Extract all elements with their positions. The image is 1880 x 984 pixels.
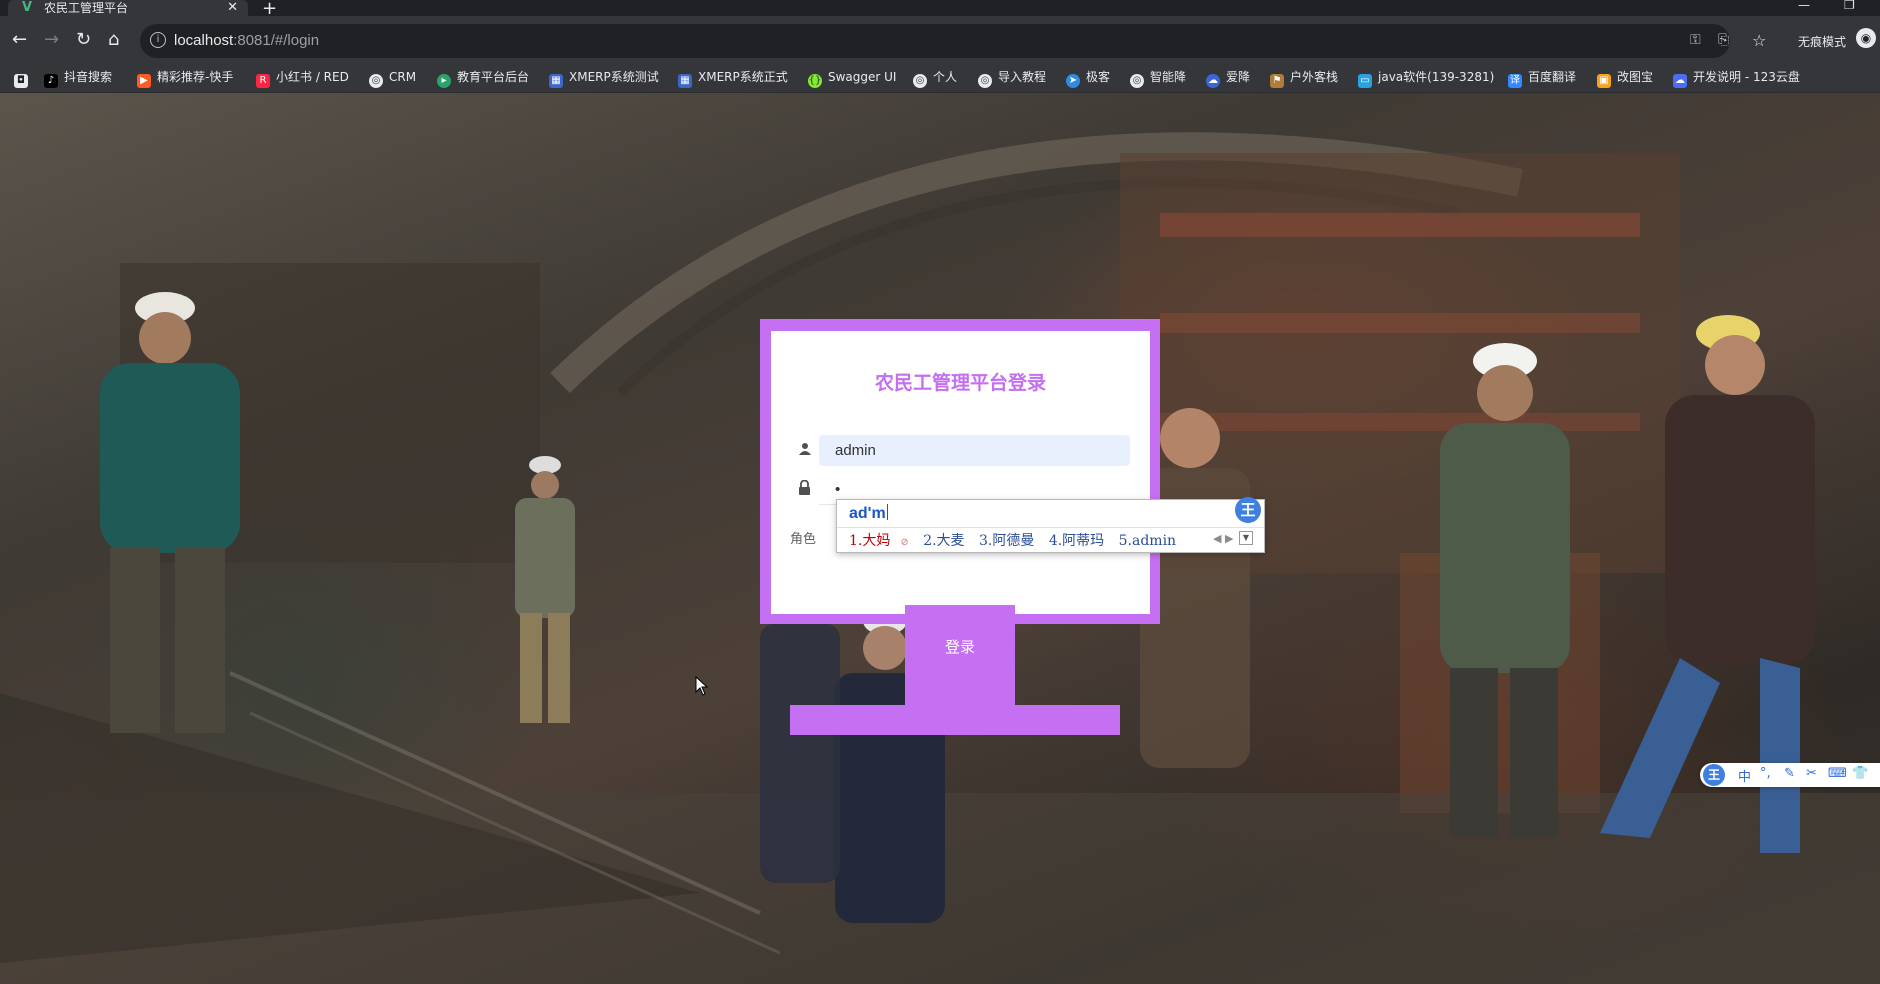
minimize-icon[interactable]: — xyxy=(1798,0,1810,12)
bookmark-item[interactable]: ▭ java软件(139-3281) xyxy=(1358,62,1494,92)
tab-title: 农民工管理平台 xyxy=(44,1,129,15)
ime-expand-icon[interactable]: ▼ xyxy=(1239,531,1253,545)
bookmark-item[interactable]: ▶ 精彩推荐-快手 xyxy=(137,62,233,92)
cloud-icon: ☁ xyxy=(1206,74,1220,88)
ime-toolbar: 王 中 °, ✎ ✂ ⌨ 👕 xyxy=(1700,763,1880,787)
bookmark-item[interactable]: ➤ 极客 xyxy=(1066,62,1110,92)
image-icon: ▣ xyxy=(1597,74,1611,88)
ime-keyboard-icon[interactable]: ⌨ xyxy=(1828,766,1847,781)
ime-chinese-mode-icon[interactable]: 中 xyxy=(1738,766,1751,785)
bookmark-item[interactable]: ▣ 改图宝 xyxy=(1597,62,1653,92)
globe-icon: ◎ xyxy=(913,74,927,88)
bookmark-item[interactable]: ◎ 个人 xyxy=(913,62,957,92)
login-button-base xyxy=(790,705,1120,735)
reload-icon[interactable]: ↻ xyxy=(76,30,91,50)
ime-candidate[interactable]: 1.大妈 xyxy=(849,533,890,549)
ime-screenshot-icon[interactable]: ✂ xyxy=(1806,766,1817,781)
back-icon[interactable]: ← xyxy=(12,30,27,50)
globe-icon: ◎ xyxy=(369,74,383,88)
bookmark-item[interactable]: 译百度翻译 xyxy=(1508,62,1576,92)
login-button[interactable]: 登录 xyxy=(905,605,1015,705)
globe-icon: ◎ xyxy=(978,74,992,88)
bookmark-item[interactable]: ☁ 爱降 xyxy=(1206,62,1250,92)
translate-icon: 译 xyxy=(1508,74,1522,88)
role-label: 角色 xyxy=(790,532,817,547)
forward-icon[interactable]: → xyxy=(44,30,59,50)
ime-composition: ad'm xyxy=(849,504,888,522)
swagger-icon: {} xyxy=(808,74,822,88)
bookmarks-bar: ◘ ♪ 抖音搜索 ▶ 精彩推荐-快手 R 小红书 / RED ◎ CRM ▸ 教育平台后台… xyxy=(0,62,1880,93)
bookmark-item[interactable]: ▦ XMERP系统正式 xyxy=(678,62,788,92)
user-icon xyxy=(799,442,811,460)
kuaishou-icon: ▶ xyxy=(137,74,151,88)
play-icon: ▸ xyxy=(437,74,451,88)
site-info-icon[interactable]: i xyxy=(150,32,166,48)
ime-logo-icon: 王 xyxy=(1235,497,1261,523)
ime-punctuation-icon[interactable]: °, xyxy=(1760,766,1771,781)
globe-icon: ◎ xyxy=(1130,74,1144,88)
bookmark-star-icon[interactable]: ☆ xyxy=(1752,31,1766,51)
address-bar[interactable]: i localhost:8081/#/login ⚿ ⎘ xyxy=(140,24,1730,58)
ime-page-arrows-icon[interactable]: ◀ ▶ xyxy=(1213,532,1233,545)
bookmark-item[interactable]: ⚑ 户外客栈 xyxy=(1270,62,1338,92)
ime-candidate[interactable]: 5.admin xyxy=(1119,533,1176,549)
ime-candidate-window: ad'm 1.大妈 ⊘ 2.大麦 3.阿德曼 4.阿蒂玛 5.admin ◀ ▶ … xyxy=(836,499,1265,553)
paper-plane-icon: ➤ xyxy=(1066,74,1080,88)
url-text[interactable]: localhost:8081/#/login xyxy=(174,32,319,49)
incognito-label: 无痕模式 xyxy=(1798,35,1847,49)
ime-handwrite-icon[interactable]: ✎ xyxy=(1784,766,1795,781)
erp-icon: ▦ xyxy=(678,74,692,88)
bookmark-item[interactable]: ◎ 智能降 xyxy=(1130,62,1186,92)
username-input[interactable]: admin xyxy=(819,435,1130,466)
bookmark-item[interactable]: ▦ XMERP系统测试 xyxy=(549,62,659,92)
bookmark-item[interactable]: R 小红书 / RED xyxy=(256,62,349,92)
login-title: 农民工管理平台登录 xyxy=(874,372,1046,394)
ime-candidate[interactable]: 3.阿德曼 xyxy=(979,533,1034,549)
bookmark-item[interactable]: ◎ CRM xyxy=(369,62,416,92)
ime-delete-icon[interactable]: ⊘ xyxy=(900,537,908,548)
home-icon[interactable]: ⌂ xyxy=(108,30,119,50)
translate-page-icon[interactable]: ⎘ xyxy=(1718,32,1729,48)
bookmark-item[interactable]: ♪ 抖音搜索 xyxy=(44,62,112,92)
ime-candidate[interactable]: 4.阿蒂玛 xyxy=(1049,533,1104,549)
ime-candidate[interactable]: 2.大麦 xyxy=(923,533,964,549)
restore-icon[interactable]: ❐ xyxy=(1844,0,1855,12)
bookmark-apps-icon[interactable]: ◘ xyxy=(14,62,28,92)
red-icon: R xyxy=(256,74,270,88)
ime-toolbar-logo-icon[interactable]: 王 xyxy=(1703,764,1725,786)
tv-icon: ▭ xyxy=(1358,74,1372,88)
tab-close-icon[interactable]: ✕ xyxy=(227,0,238,16)
erp-icon: ▦ xyxy=(549,74,563,88)
ime-skin-icon[interactable]: 👕 xyxy=(1852,766,1868,781)
flag-icon: ⚑ xyxy=(1270,74,1284,88)
bookmark-item[interactable]: ▸ 教育平台后台 xyxy=(437,62,529,92)
bookmark-item[interactable]: {} Swagger UI xyxy=(808,62,896,92)
browser-toolbar: ← → ↻ ⌂ i localhost:8081/#/login ⚿ ⎘ ☆ 无… xyxy=(0,16,1880,66)
vue-favicon-icon: V xyxy=(22,0,33,15)
tab-strip: V 农民工管理平台 ✕ + — ❐ xyxy=(0,0,1880,19)
key-icon[interactable]: ⚿ xyxy=(1690,32,1701,48)
tiktok-icon: ♪ xyxy=(44,74,58,88)
mouse-cursor-icon xyxy=(695,675,709,700)
incognito-icon[interactable]: ◉ xyxy=(1856,28,1876,48)
bookmark-item[interactable]: ◎ 导入教程 xyxy=(978,62,1046,92)
lock-icon xyxy=(798,479,811,499)
tab-active[interactable]: V 农民工管理平台 ✕ xyxy=(8,0,248,16)
bookmark-item[interactable]: ☁ 开发说明 - 123云盘 xyxy=(1673,62,1800,92)
cloud-drive-icon: ☁ xyxy=(1673,74,1687,88)
